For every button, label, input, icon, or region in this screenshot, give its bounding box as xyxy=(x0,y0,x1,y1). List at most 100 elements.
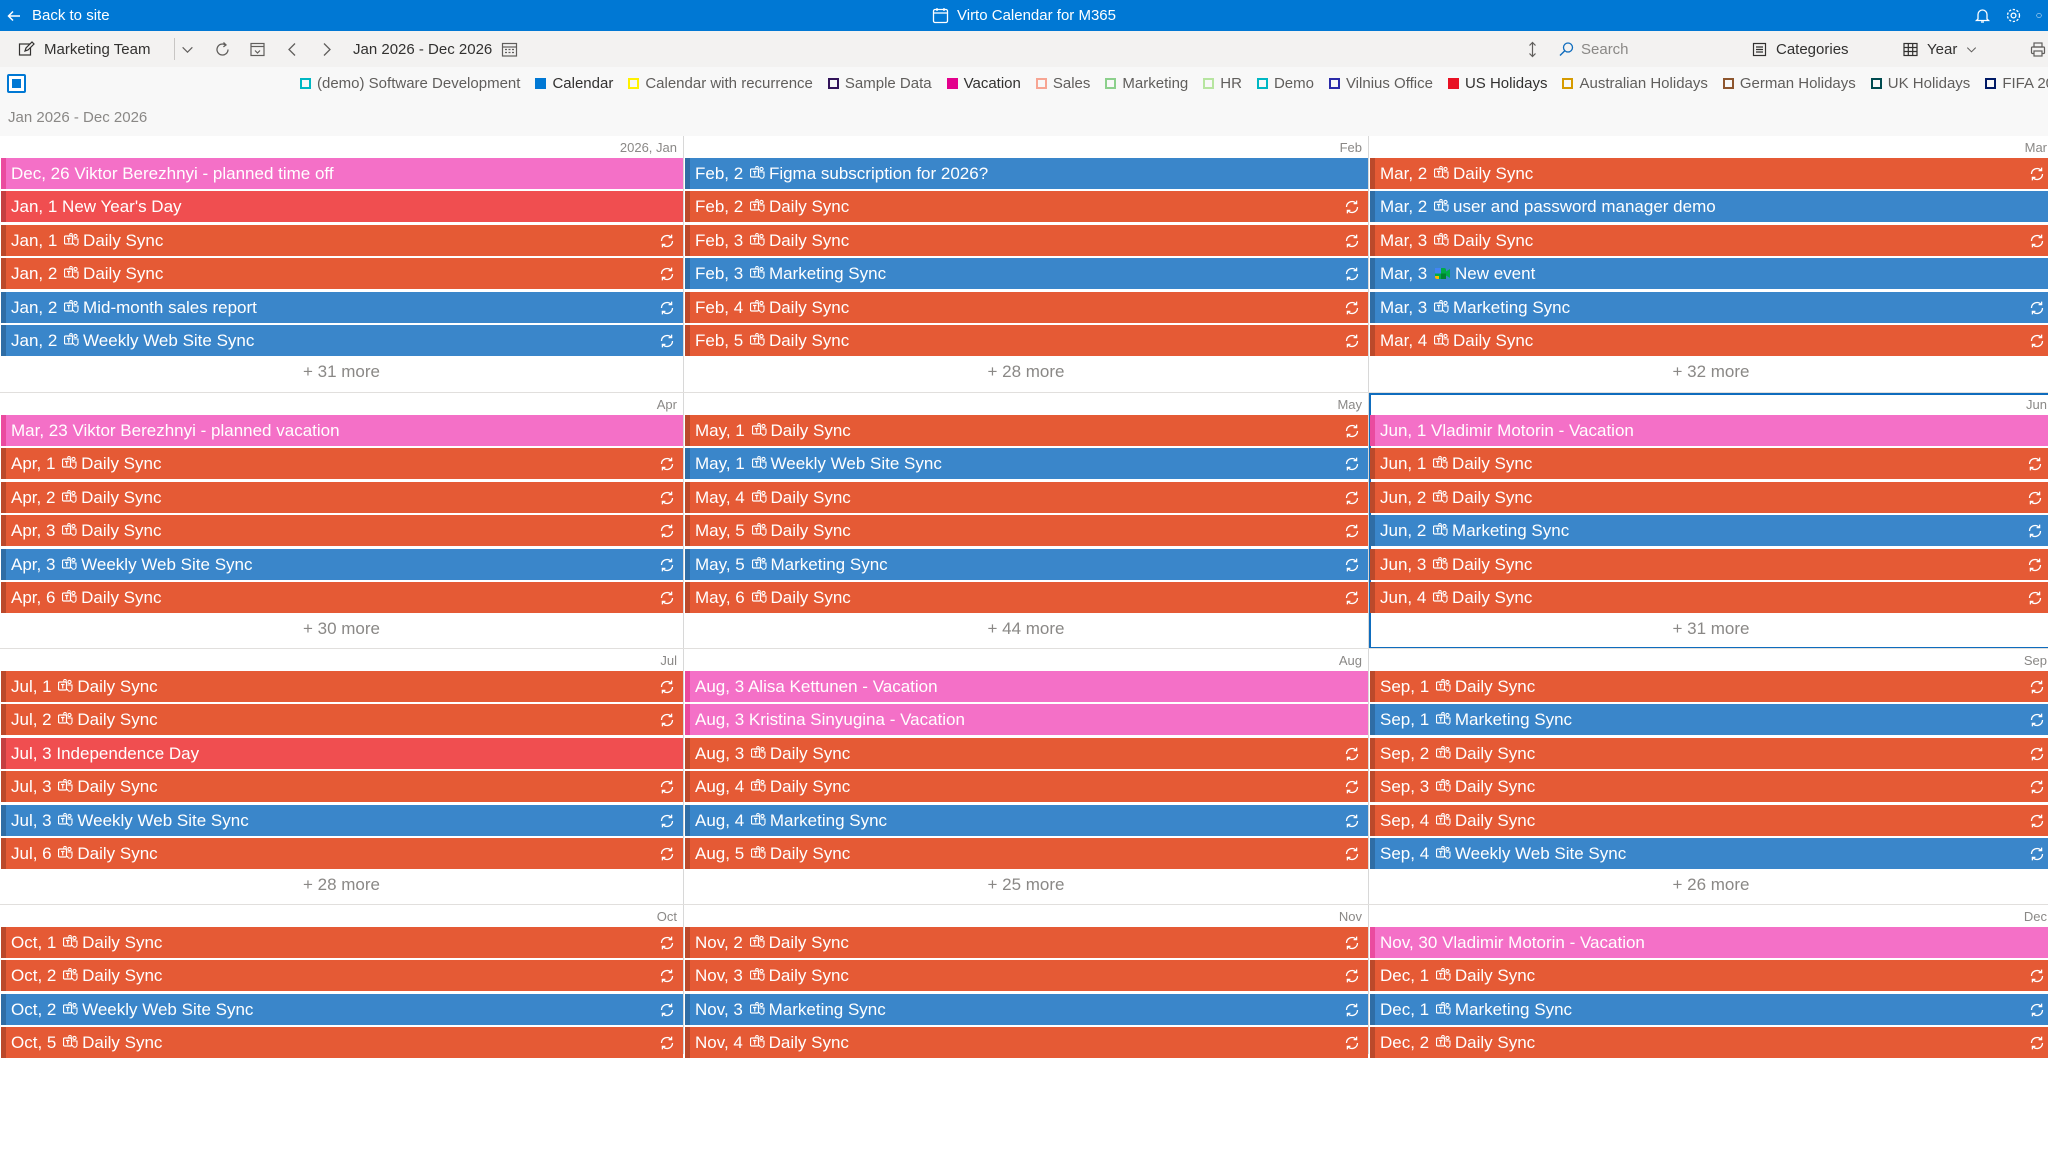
calendar-event[interactable]: Sep, 1 Daily Sync xyxy=(1370,671,2048,702)
bell-icon[interactable] xyxy=(1974,7,1991,24)
legend-item[interactable]: German Holidays xyxy=(1722,75,1856,92)
legend-item[interactable]: Vacation xyxy=(946,75,1021,92)
calendar-event[interactable]: Aug, 3 Alisa Kettunen - Vacation xyxy=(685,671,1368,702)
previous-button[interactable] xyxy=(284,31,301,67)
more-events-link[interactable]: + 30 more xyxy=(0,619,683,639)
calendar-event[interactable]: Mar, 3 Marketing Sync xyxy=(1370,291,2048,323)
help-icon[interactable] xyxy=(2036,7,2042,24)
calendar-event[interactable]: Jul, 6 Daily Sync xyxy=(1,838,683,869)
calendar-event[interactable]: Jan, 1 New Year's Day xyxy=(1,191,683,223)
legend-item[interactable]: Sample Data xyxy=(827,75,932,92)
calendar-event[interactable]: Aug, 4 Marketing Sync xyxy=(685,804,1368,836)
today-button[interactable] xyxy=(249,31,266,67)
calendar-event[interactable]: May, 1 Daily Sync xyxy=(685,415,1368,446)
refresh-button[interactable] xyxy=(214,31,231,67)
view-selector[interactable]: Year xyxy=(1902,31,1978,67)
month-cell[interactable]: May May, 1 Daily Sync May, 1 Weekly Web Si… xyxy=(684,393,1368,649)
calendar-event[interactable]: Nov, 3 Daily Sync xyxy=(685,960,1368,992)
legend-item[interactable]: HR xyxy=(1203,75,1242,92)
date-range-picker[interactable]: Jan 2026 - Dec 2026 xyxy=(353,31,518,67)
calendar-event[interactable]: Sep, 3 Daily Sync xyxy=(1370,771,2048,803)
more-events-link[interactable]: + 31 more xyxy=(0,362,683,382)
calendar-event[interactable]: Nov, 2 Daily Sync xyxy=(685,927,1368,958)
calendar-event[interactable]: Jun, 1 Vladimir Motorin - Vacation xyxy=(1370,415,2048,446)
next-button[interactable] xyxy=(318,31,335,67)
calendar-event[interactable]: Nov, 3 Marketing Sync xyxy=(685,993,1368,1025)
calendar-event[interactable]: Sep, 1 Marketing Sync xyxy=(1370,704,2048,736)
calendar-event[interactable]: Feb, 3 Marketing Sync xyxy=(685,258,1368,290)
legend-item[interactable]: UK Holidays xyxy=(1870,75,1970,92)
month-cell[interactable]: Oct Oct, 1 Daily Sync Oct, 2 Daily Sync Oct… xyxy=(0,905,683,1161)
calendar-event[interactable]: Jul, 3 Weekly Web Site Sync xyxy=(1,804,683,836)
calendar-event[interactable]: Jul, 3 Daily Sync xyxy=(1,771,683,803)
calendar-event[interactable]: Dec, 26 Viktor Berezhnyi - planned time … xyxy=(1,158,683,189)
more-events-link[interactable]: + 32 more xyxy=(1369,362,2048,382)
calendar-event[interactable]: Mar, 3 Daily Sync xyxy=(1370,224,2048,256)
month-cell[interactable]: Mar Mar, 2 Daily Sync Mar, 2 user and pass… xyxy=(1369,136,2048,392)
calendar-event[interactable]: Nov, 30 Vladimir Motorin - Vacation xyxy=(1370,927,2048,958)
month-cell[interactable]: Jun Jun, 1 Vladimir Motorin - Vacation Jun… xyxy=(1369,393,2048,649)
calendar-event[interactable]: Jan, 2 Weekly Web Site Sync xyxy=(1,325,683,356)
calendar-event[interactable]: Aug, 4 Daily Sync xyxy=(685,771,1368,803)
month-cell[interactable]: Feb Feb, 2 Figma subscription for 2026? Fe… xyxy=(684,136,1368,392)
calendar-event[interactable]: May, 5 Daily Sync xyxy=(685,515,1368,547)
calendar-event[interactable]: Mar, 2 user and password manager demo xyxy=(1370,191,2048,223)
calendar-event[interactable]: May, 1 Weekly Web Site Sync xyxy=(685,448,1368,480)
calendar-event[interactable]: Dec, 1 Marketing Sync xyxy=(1370,993,2048,1025)
calendar-event[interactable]: Aug, 3 Daily Sync xyxy=(685,737,1368,769)
month-cell[interactable]: Sep Sep, 1 Daily Sync Sep, 1 Marketing Syn… xyxy=(1369,649,2048,905)
more-events-link[interactable]: + 28 more xyxy=(684,362,1368,382)
calendar-event[interactable]: Apr, 3 Daily Sync xyxy=(1,515,683,547)
calendar-event[interactable]: Apr, 6 Daily Sync xyxy=(1,582,683,613)
legend-item[interactable]: Demo xyxy=(1256,75,1314,92)
legend-item[interactable]: Calendar with recurrence xyxy=(628,75,813,92)
more-events-link[interactable]: + 44 more xyxy=(684,619,1368,639)
calendar-event[interactable]: Sep, 4 Daily Sync xyxy=(1370,804,2048,836)
select-all-checkbox[interactable] xyxy=(7,74,26,93)
calendar-event[interactable]: Dec, 1 Daily Sync xyxy=(1370,960,2048,992)
calendar-event[interactable]: Jul, 1 Daily Sync xyxy=(1,671,683,702)
calendar-event[interactable]: Apr, 3 Weekly Web Site Sync xyxy=(1,548,683,580)
calendar-event[interactable]: May, 4 Daily Sync xyxy=(685,481,1368,513)
more-events-link[interactable]: + 25 more xyxy=(684,875,1368,895)
calendar-event[interactable]: Jun, 3 Daily Sync xyxy=(1370,548,2048,580)
calendar-event[interactable]: May, 5 Marketing Sync xyxy=(685,548,1368,580)
month-cell[interactable]: 2026, Jan Dec, 26 Viktor Berezhnyi - plan… xyxy=(0,136,683,392)
calendar-event[interactable]: Jun, 2 Marketing Sync xyxy=(1370,515,2048,547)
calendar-event[interactable]: Sep, 4 Weekly Web Site Sync xyxy=(1370,838,2048,869)
calendar-event[interactable]: Sep, 2 Daily Sync xyxy=(1370,737,2048,769)
calendar-event[interactable]: Jun, 2 Daily Sync xyxy=(1370,481,2048,513)
month-cell[interactable]: Aug Aug, 3 Alisa Kettunen - Vacation Aug, … xyxy=(684,649,1368,905)
team-selector[interactable]: Marketing Team xyxy=(18,31,150,67)
calendar-event[interactable]: Jul, 3 Independence Day xyxy=(1,737,683,769)
calendar-event[interactable]: Feb, 5 Daily Sync xyxy=(685,325,1368,356)
calendar-event[interactable]: Mar, 3 New event xyxy=(1370,258,2048,290)
expand-rows-button[interactable] xyxy=(1524,31,1541,67)
calendar-event[interactable]: Oct, 2 Weekly Web Site Sync xyxy=(1,993,683,1025)
calendar-event[interactable]: Jan, 1 Daily Sync xyxy=(1,224,683,256)
calendar-event[interactable]: Apr, 2 Daily Sync xyxy=(1,481,683,513)
month-cell[interactable]: Dec Nov, 30 Vladimir Motorin - Vacation De… xyxy=(1369,905,2048,1161)
calendar-event[interactable]: Jun, 1 Daily Sync xyxy=(1370,448,2048,480)
search-input[interactable]: Search xyxy=(1558,31,1718,67)
more-events-link[interactable]: + 26 more xyxy=(1369,875,2048,895)
legend-item[interactable]: Vilnius Office xyxy=(1328,75,1433,92)
legend-item[interactable]: Sales xyxy=(1035,75,1090,92)
legend-item[interactable]: Marketing xyxy=(1105,75,1188,92)
gear-icon[interactable] xyxy=(2005,7,2022,24)
calendar-event[interactable]: Mar, 23 Viktor Berezhnyi - planned vacat… xyxy=(1,415,683,446)
back-to-site-link[interactable]: Back to site xyxy=(6,0,110,31)
team-dropdown-button[interactable] xyxy=(180,31,195,67)
calendar-event[interactable]: Feb, 4 Daily Sync xyxy=(685,291,1368,323)
categories-button[interactable]: Categories xyxy=(1751,31,1849,67)
calendar-event[interactable]: Jan, 2 Mid-month sales report xyxy=(1,291,683,323)
month-cell[interactable]: Jul Jul, 1 Daily Sync Jul, 2 Daily Sync Jul… xyxy=(0,649,683,905)
calendar-event[interactable]: Feb, 3 Daily Sync xyxy=(685,224,1368,256)
calendar-event[interactable]: Mar, 2 Daily Sync xyxy=(1370,158,2048,189)
print-button[interactable] xyxy=(2028,31,2048,67)
legend-item[interactable]: (demo) Software Development xyxy=(300,75,520,92)
month-cell[interactable]: Apr Mar, 23 Viktor Berezhnyi - planned va… xyxy=(0,393,683,649)
calendar-event[interactable]: Apr, 1 Daily Sync xyxy=(1,448,683,480)
calendar-event[interactable]: Jan, 2 Daily Sync xyxy=(1,258,683,290)
legend-item[interactable]: FIFA 20 xyxy=(1985,75,2048,92)
